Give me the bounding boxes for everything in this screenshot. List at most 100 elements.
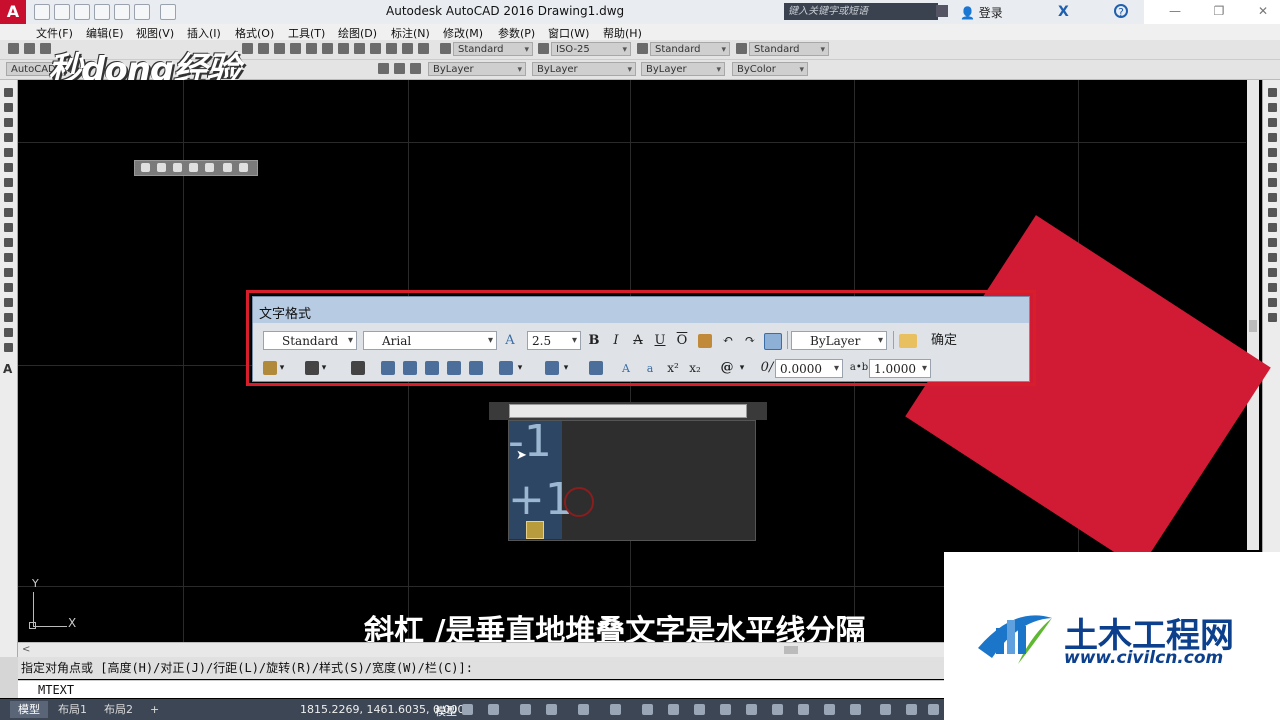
- offset-icon[interactable]: [1268, 133, 1277, 142]
- stacked-text-top[interactable]: -1: [508, 416, 552, 467]
- help-icon[interactable]: ?: [1114, 4, 1128, 19]
- menu-help[interactable]: 帮助(H): [603, 25, 642, 41]
- menu-parametric[interactable]: 参数(P): [498, 25, 535, 41]
- mtext-icon[interactable]: A: [3, 362, 12, 376]
- layer-match-icon[interactable]: [410, 63, 421, 74]
- layer-icon[interactable]: [378, 63, 389, 74]
- redo-icon[interactable]: ↷: [742, 332, 758, 350]
- join-icon[interactable]: [1268, 268, 1277, 277]
- polygon-icon[interactable]: [4, 133, 13, 142]
- selection-filter-icon[interactable]: [798, 704, 809, 715]
- tool-icon[interactable]: [205, 163, 214, 172]
- object-snap-icon[interactable]: [642, 704, 653, 715]
- erase-icon[interactable]: [1268, 88, 1277, 97]
- chevron-down-icon[interactable]: ▾: [561, 359, 571, 377]
- superscript-icon[interactable]: x²: [665, 359, 681, 377]
- multileader-style-select[interactable]: Standard: [749, 42, 829, 56]
- minimize-icon[interactable]: —: [1168, 4, 1182, 18]
- mirror-icon[interactable]: [1268, 118, 1277, 127]
- justify-icon[interactable]: [447, 361, 461, 375]
- workspace-icon[interactable]: [928, 704, 939, 715]
- isodraft-icon[interactable]: [578, 704, 589, 715]
- uppercase-icon[interactable]: A: [619, 360, 633, 378]
- snap-icon[interactable]: [488, 704, 499, 715]
- menu-file[interactable]: 文件(F): [36, 25, 73, 41]
- paragraph-icon[interactable]: [351, 361, 365, 375]
- match-format-icon[interactable]: [698, 334, 712, 348]
- markup-icon[interactable]: [386, 43, 397, 54]
- point-icon[interactable]: [4, 283, 13, 292]
- chevron-down-icon[interactable]: ▾: [737, 359, 747, 377]
- stretch-icon[interactable]: [1268, 208, 1277, 217]
- scroll-left-icon[interactable]: <: [22, 644, 30, 655]
- menu-view[interactable]: 视图(V): [136, 25, 174, 41]
- mtext-justify-icon[interactable]: [305, 361, 319, 375]
- tool-icon[interactable]: [8, 43, 19, 54]
- scroll-thumb[interactable]: [1249, 320, 1257, 332]
- print-icon[interactable]: [114, 4, 130, 20]
- hatch-icon[interactable]: [4, 298, 13, 307]
- grid-icon[interactable]: [462, 704, 473, 715]
- oblique-angle-input[interactable]: 0.0000: [775, 359, 843, 378]
- menu-dimension[interactable]: 标注(N): [391, 25, 430, 41]
- align-right-icon[interactable]: [425, 361, 439, 375]
- tab-layout1[interactable]: 布局1: [50, 701, 95, 718]
- style-select[interactable]: Standard: [263, 331, 357, 350]
- tool-icon[interactable]: [157, 163, 166, 172]
- break-icon[interactable]: [1268, 253, 1277, 262]
- tool-icon[interactable]: [173, 163, 182, 172]
- undo-icon[interactable]: [134, 4, 150, 20]
- zoom-icon[interactable]: [274, 43, 285, 54]
- revcloud-icon[interactable]: [4, 193, 13, 202]
- sheet-set-icon[interactable]: [370, 43, 381, 54]
- properties-icon[interactable]: [322, 43, 333, 54]
- explode-icon[interactable]: [1268, 313, 1277, 322]
- scale-icon[interactable]: [1268, 193, 1277, 202]
- rotate-icon[interactable]: [1268, 178, 1277, 187]
- ortho-icon[interactable]: [520, 704, 531, 715]
- table-style-select[interactable]: Standard: [650, 42, 730, 56]
- scroll-thumb[interactable]: [784, 646, 798, 654]
- search-input[interactable]: 键入关键字或短语: [784, 3, 938, 20]
- menu-tools[interactable]: 工具(T): [288, 25, 325, 41]
- restore-icon[interactable]: ❐: [1212, 4, 1226, 18]
- command-input[interactable]: MTEXT: [18, 680, 944, 698]
- save-icon[interactable]: [74, 4, 90, 20]
- binoculars-icon[interactable]: [936, 5, 948, 17]
- fillet-icon[interactable]: [1268, 298, 1277, 307]
- underline-button[interactable]: U: [652, 332, 668, 350]
- chamfer-icon[interactable]: [1268, 283, 1277, 292]
- tool-icon[interactable]: [24, 43, 35, 54]
- extend-icon[interactable]: [1268, 238, 1277, 247]
- chevron-down-icon[interactable]: ▾: [277, 359, 287, 377]
- ruler-toggle-icon[interactable]: [899, 334, 917, 348]
- menu-modify[interactable]: 修改(M): [443, 25, 483, 41]
- array-icon[interactable]: [1268, 148, 1277, 157]
- tool-icon[interactable]: [189, 163, 198, 172]
- align-left-icon[interactable]: [381, 361, 395, 375]
- menu-edit[interactable]: 编辑(E): [86, 25, 124, 41]
- color-select[interactable]: ByLayer: [428, 62, 526, 76]
- subscript-icon[interactable]: x₂: [687, 359, 703, 377]
- object-snap-tracking-icon[interactable]: [610, 704, 621, 715]
- selection-cycling-icon[interactable]: [720, 704, 731, 715]
- add-layout-button[interactable]: +: [142, 701, 167, 718]
- command-line-handle[interactable]: [0, 657, 18, 698]
- tool-icon[interactable]: [223, 163, 232, 172]
- autocad-logo-icon[interactable]: A: [0, 0, 26, 24]
- layer-previous-icon[interactable]: [394, 63, 405, 74]
- region-icon[interactable]: [4, 328, 13, 337]
- chevron-down-icon[interactable]: ▾: [319, 359, 329, 377]
- insert-block-icon[interactable]: [4, 253, 13, 262]
- transparency-icon[interactable]: [694, 704, 705, 715]
- redo-icon[interactable]: [160, 4, 176, 20]
- saveas-icon[interactable]: [94, 4, 110, 20]
- align-center-icon[interactable]: [403, 361, 417, 375]
- text-style-select[interactable]: Standard: [453, 42, 533, 56]
- new-icon[interactable]: [34, 4, 50, 20]
- circle-icon[interactable]: [4, 178, 13, 187]
- table-icon[interactable]: [4, 343, 13, 352]
- ellipse-icon[interactable]: [4, 223, 13, 232]
- move-icon[interactable]: [1268, 163, 1277, 172]
- annotation-visibility-icon[interactable]: [850, 704, 861, 715]
